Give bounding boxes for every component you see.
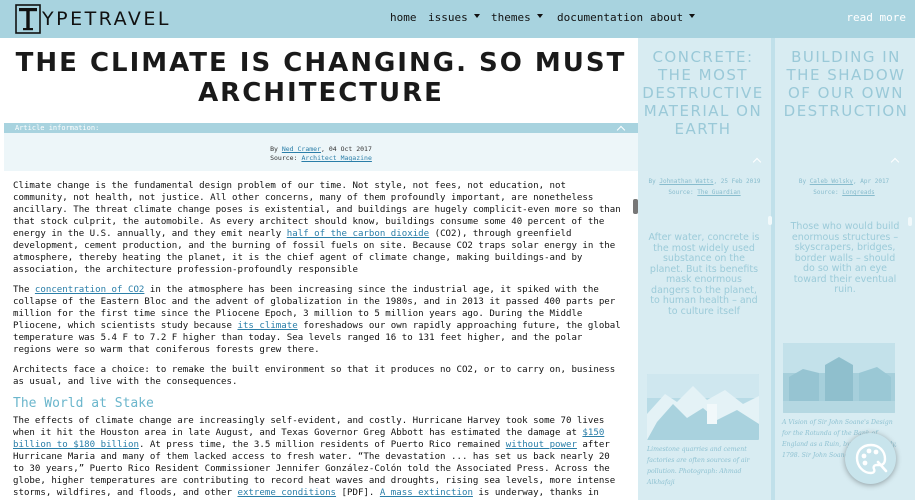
article-title-line-2: ARCHITECTURE <box>198 78 444 108</box>
article-title: THE CLIMATE IS CHANGING. SO MUST ARCHITE… <box>4 48 638 108</box>
palette-icon <box>855 443 887 474</box>
card-excerpt: After water, concrete is the most widely… <box>648 232 760 317</box>
article-byline: By Ned Cramer, 04 Oct 2017 Source: Archi… <box>4 145 638 163</box>
nav-issues[interactable]: issues <box>428 11 480 25</box>
card-image <box>783 343 895 413</box>
byline-prefix: By <box>270 145 278 153</box>
byline-prefix: By <box>798 178 807 185</box>
paragraph: Climate change is the fundamental design… <box>13 180 625 276</box>
brand-t-mark-icon <box>15 4 41 34</box>
card-byline: By Johnathan Watts, 25 Feb 2019 Source: … <box>638 176 771 198</box>
nav-home[interactable]: home <box>390 11 417 25</box>
author-link[interactable]: Caleb Wolsky <box>810 178 853 185</box>
card-title: CONCRETE: THE MOST DESTRUCTIVE MATERIAL … <box>642 48 764 138</box>
co2-concentration-link[interactable]: concentration of CO2 <box>35 285 145 295</box>
paragraph: The concentration of CO2 in the atmosphe… <box>13 284 625 356</box>
article-info-box: By Ned Cramer, 04 Oct 2017 Source: Archi… <box>4 133 638 171</box>
author-link[interactable]: Ned Cramer <box>282 145 321 153</box>
caret-down-icon <box>473 14 480 18</box>
brand-logo[interactable]: YPETRAVEL <box>15 4 171 34</box>
caret-down-icon <box>536 14 543 18</box>
nav-documentation[interactable]: documentation <box>557 11 643 25</box>
card-title: BUILDING IN THE SHADOW OF OUR OWN DESTRU… <box>783 48 909 120</box>
text-run: . At press time, the 3.5 million residen… <box>138 440 506 450</box>
without-power-link[interactable]: without power <box>506 440 577 450</box>
card-date: , 25 Feb 2019 <box>713 178 761 185</box>
theme-palette-button[interactable] <box>845 433 896 484</box>
nav-themes[interactable]: themes <box>491 11 543 25</box>
mass-extinction-link[interactable]: A mass extinction <box>380 488 473 498</box>
article-panel: THE CLIMATE IS CHANGING. SO MUST ARCHITE… <box>4 38 638 500</box>
its-climate-link[interactable]: its climate <box>237 321 297 331</box>
carbon-dioxide-link[interactable]: half of the carbon dioxide <box>287 229 429 239</box>
source-link[interactable]: The Guardian <box>697 189 740 196</box>
related-card[interactable]: BUILDING IN THE SHADOW OF OUR OWN DESTRU… <box>775 38 915 500</box>
card-date: , Apr 2017 <box>853 178 890 185</box>
source-prefix: Source: <box>668 189 694 196</box>
related-articles-sidebar: CONCRETE: THE MOST DESTRUCTIVE MATERIAL … <box>638 38 915 500</box>
section-heading: The World at Stake <box>13 396 154 411</box>
byline-prefix: By <box>648 178 656 185</box>
brand-name: YPETRAVEL <box>42 8 171 30</box>
text-run: The effects of climate change are increa… <box>13 416 605 438</box>
card-byline: By Caleb Wolsky, Apr 2017 Source: Longre… <box>775 176 913 198</box>
source-link[interactable]: Architect Magazine <box>301 154 371 162</box>
source-prefix: Source: <box>813 189 839 196</box>
read-more-link[interactable]: read more <box>846 11 906 25</box>
nav-documentation-label: documentation <box>557 11 644 24</box>
article-date: , 04 Oct 2017 <box>321 145 372 153</box>
text-run: The <box>13 285 35 295</box>
text-run: [PDF]. <box>336 488 380 498</box>
card-excerpt: Those who would build enormous structure… <box>790 221 900 295</box>
top-navbar: YPETRAVEL home issues themes documentati… <box>0 0 915 38</box>
article-info-toggle[interactable]: Article information: <box>4 123 638 135</box>
article-info-label: Article information: <box>15 124 100 132</box>
paragraph: The effects of climate change are increa… <box>13 415 625 500</box>
nav-themes-label: themes <box>491 11 531 24</box>
related-card[interactable]: CONCRETE: THE MOST DESTRUCTIVE MATERIAL … <box>638 38 772 500</box>
chevron-up-icon[interactable] <box>752 157 762 167</box>
source-prefix: Source: <box>270 154 298 162</box>
nav-about-label: about <box>650 11 684 24</box>
paragraph: Architects face a choice: to remake the … <box>13 365 616 387</box>
card-scrollbar[interactable] <box>768 216 772 225</box>
card-scrollbar[interactable] <box>908 217 912 226</box>
card-image <box>647 374 759 440</box>
card-caption: Limestone quarries and cement factories … <box>647 446 750 486</box>
ruin-painting <box>783 343 895 413</box>
nav-issues-label: issues <box>428 11 468 24</box>
quarry-photo <box>647 374 759 440</box>
caret-down-icon <box>689 14 696 18</box>
chevron-up-icon[interactable] <box>890 157 900 167</box>
article-body: Climate change is the fundamental design… <box>13 180 625 500</box>
article-title-line-1: THE CLIMATE IS CHANGING. SO MUST <box>15 48 627 78</box>
author-link[interactable]: Johnathan Watts <box>659 178 713 185</box>
extreme-conditions-link[interactable]: extreme conditions <box>237 488 336 498</box>
nav-about[interactable]: about <box>650 11 696 25</box>
nav-home-label: home <box>390 11 417 24</box>
source-link[interactable]: Longreads <box>842 189 875 196</box>
